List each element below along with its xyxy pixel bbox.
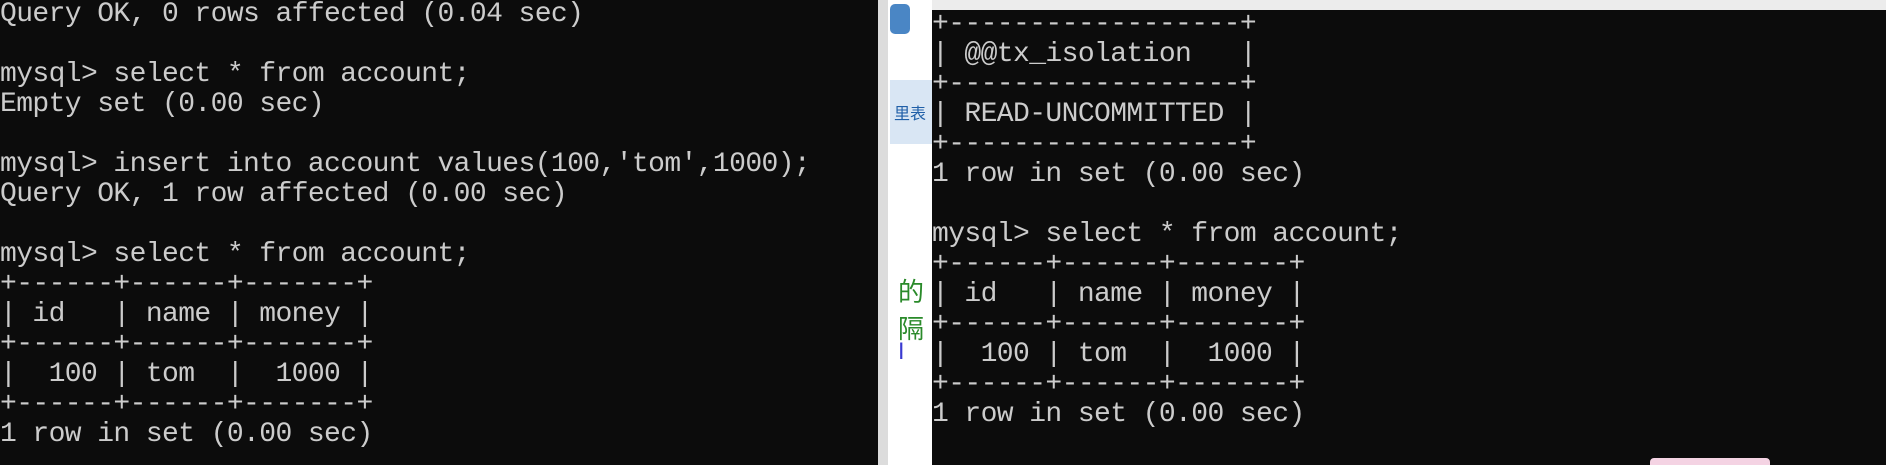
terminal-line: | @@tx_isolation | bbox=[932, 39, 1257, 70]
terminal-line: Query OK, 0 rows affected (0.04 sec) bbox=[0, 0, 584, 30]
left-terminal-window[interactable]: Query OK, 0 rows affected (0.04 sec) mys… bbox=[0, 0, 878, 465]
terminal-line: Query OK, 1 row affected (0.00 sec) bbox=[0, 179, 568, 210]
terminal-line: +------+------+-------+ bbox=[0, 389, 373, 420]
window-title-bar[interactable] bbox=[932, 0, 1886, 10]
background-label: 里表 bbox=[894, 104, 927, 123]
terminal-line: +------------------+ bbox=[932, 10, 1257, 40]
terminal-line: +------------------+ bbox=[932, 129, 1257, 160]
taskbar-notification bbox=[1650, 458, 1770, 465]
terminal-line: | READ-UNCOMMITTED | bbox=[932, 99, 1257, 130]
terminal-line: +------+------+-------+ bbox=[0, 329, 373, 360]
right-scrollbar[interactable] bbox=[1864, 10, 1886, 465]
terminal-line: 1 row in set (0.00 sec) bbox=[932, 399, 1305, 430]
background-window-strip: 里表 的隔 I bbox=[878, 0, 932, 465]
right-terminal-window[interactable]: +------------------+ | @@tx_isolation | … bbox=[932, 10, 1886, 465]
background-text-fragment-2: I bbox=[898, 340, 905, 365]
terminal-line: Empty set (0.00 sec) bbox=[0, 89, 325, 120]
terminal-line: mysql> insert into account values(100,'t… bbox=[0, 149, 811, 180]
terminal-line: 1 row in set (0.00 sec) bbox=[932, 159, 1305, 190]
terminal-line: | 100 | tom | 1000 | bbox=[932, 339, 1305, 370]
terminal-line: 1 row in set (0.00 sec) bbox=[0, 419, 373, 450]
terminal-line: mysql> select * from account; bbox=[0, 239, 470, 270]
terminal-line: +------+------+-------+ bbox=[932, 309, 1305, 340]
terminal-line: +------+------+-------+ bbox=[932, 369, 1305, 400]
terminal-line: +------+------+-------+ bbox=[932, 249, 1305, 280]
scrollbar[interactable] bbox=[878, 0, 888, 465]
database-icon bbox=[890, 4, 910, 34]
terminal-line: | 100 | tom | 1000 | bbox=[0, 359, 373, 390]
terminal-line: +------------------+ bbox=[932, 69, 1257, 100]
terminal-line: | id | name | money | bbox=[0, 299, 373, 330]
terminal-line: mysql> select * from account; bbox=[0, 59, 470, 90]
terminal-line: mysql> select * from account; bbox=[932, 219, 1402, 250]
terminal-line: +------+------+-------+ bbox=[0, 269, 373, 300]
background-text-fragment: 的隔 bbox=[898, 278, 925, 345]
terminal-line: | id | name | money | bbox=[932, 279, 1305, 310]
